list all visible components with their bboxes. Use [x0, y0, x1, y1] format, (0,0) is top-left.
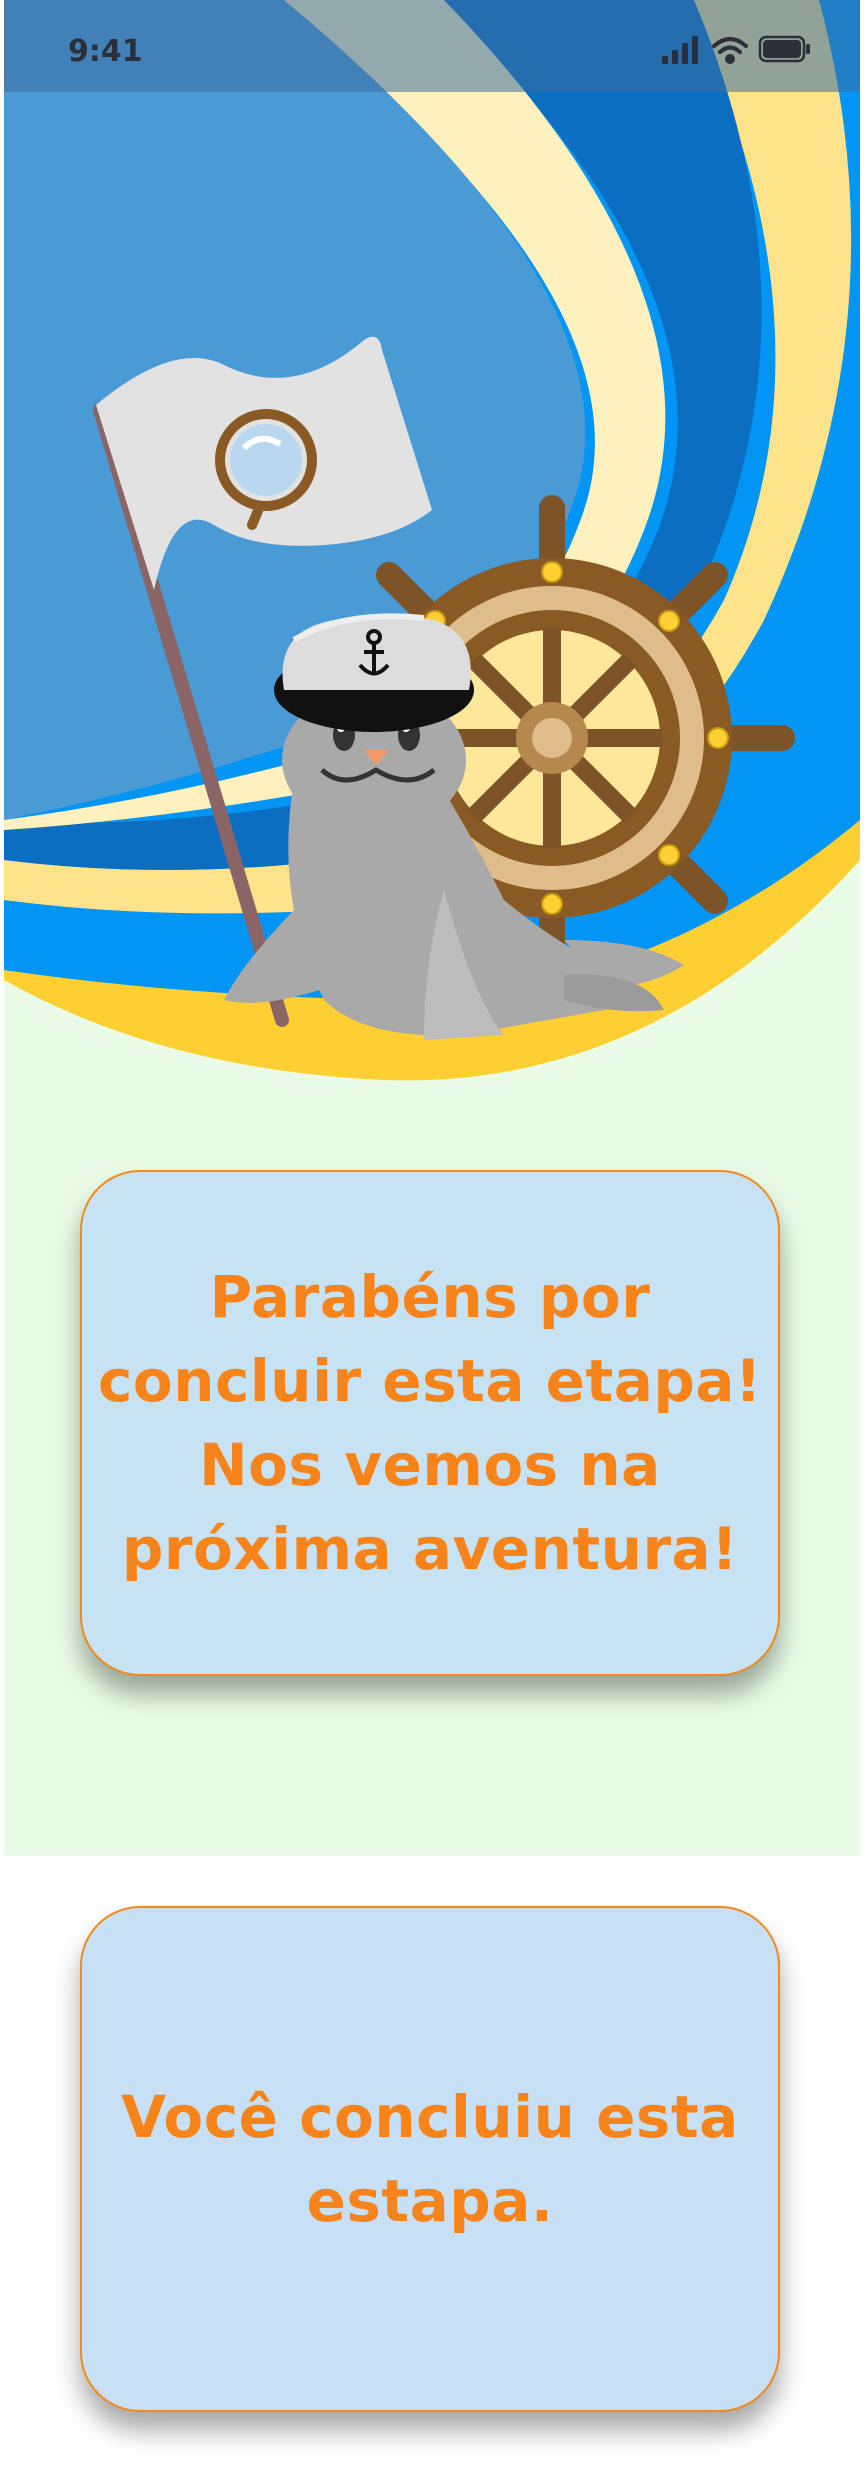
signal-icon: [662, 36, 698, 64]
status-time: 9:41: [68, 34, 143, 69]
congratulations-card: Parabéns por concluir esta etapa! Nos ve…: [80, 1170, 780, 1676]
page: 9:41 Parabéns por concluir esta etapa! N…: [0, 0, 864, 2466]
hero-illustration: [4, 0, 860, 1100]
battery-icon: [758, 35, 810, 63]
congratulations-message: Parabéns por concluir esta etapa! Nos ve…: [98, 1263, 762, 1583]
status-icons: [662, 35, 810, 64]
status-bar: 9:41: [4, 0, 860, 92]
stage-completed-card: Você concluiu esta estapa.: [80, 1906, 780, 2412]
stage-completed-message: Você concluiu esta estapa.: [121, 2083, 739, 2235]
wifi-icon: [712, 37, 748, 64]
